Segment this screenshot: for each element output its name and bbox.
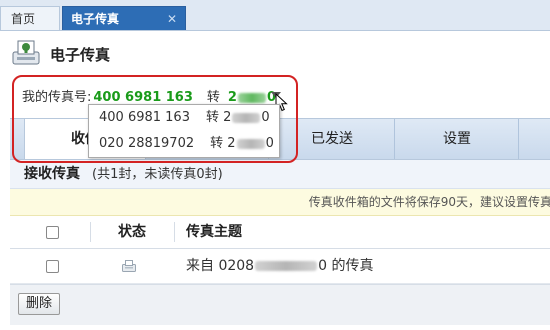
inbox-title: 接收传真 (24, 166, 80, 182)
table-row[interactable]: 来自 0208 0 的传真 (10, 249, 550, 284)
fax-subject-link[interactable]: 来自 0208 0 的传真 (186, 249, 373, 283)
notice-bar: 传真收件箱的文件将保存90天，建议设置传真 (10, 189, 550, 216)
column-subject: 传真主题 (186, 224, 242, 240)
close-icon[interactable]: ✕ (167, 7, 177, 31)
row-checkbox[interactable] (46, 260, 59, 273)
notice-text: 传真收件箱的文件将保存90天，建议设置传真 (308, 195, 550, 209)
transfer-label: 转 (206, 90, 220, 105)
tab-electronic-fax[interactable]: 电子传真 ✕ (62, 6, 186, 30)
fax-number-value: 400 6981 163 (93, 90, 193, 105)
tab-settings[interactable]: 设置 (394, 119, 519, 159)
column-status: 状态 (118, 224, 146, 240)
tab-home[interactable]: 首页 (0, 6, 60, 30)
dropdown-option[interactable]: 020 28819702 转 20 (89, 131, 279, 157)
extension-value: 20 (227, 90, 277, 105)
dropdown-option[interactable]: 400 6981 163 转 20 (89, 105, 279, 131)
page-header: 电子传真 (10, 38, 540, 70)
tab-label: 电子传真 (71, 12, 120, 26)
tab-sent[interactable]: 已发送 (268, 119, 395, 159)
select-all-checkbox[interactable] (46, 226, 59, 239)
page-title: 电子传真 (50, 46, 111, 64)
fax-number-dropdown: 400 6981 163 转 20 020 28819702 转 20 (88, 104, 280, 158)
fax-number-selector[interactable]: 我的传真号: 400 6981 163 转 2 0 (22, 86, 276, 105)
inbox-header: 接收传真 (共1封，未读传真0封) (10, 160, 550, 189)
inbox-count: (共1封，未读传真0封) (92, 167, 223, 182)
redacted-blur (237, 92, 266, 103)
fax-machine-icon (12, 40, 40, 65)
fax-status-icon (122, 260, 136, 272)
footer-toolbar: 删除 (10, 284, 550, 325)
fax-number-label: 我的传真号: (22, 90, 92, 105)
subtab-empty (518, 119, 550, 159)
table-header: 状态 传真主题 (10, 216, 550, 249)
delete-button[interactable]: 删除 (18, 293, 60, 315)
tab-bar: 首页 电子传真 ✕ (0, 0, 550, 31)
